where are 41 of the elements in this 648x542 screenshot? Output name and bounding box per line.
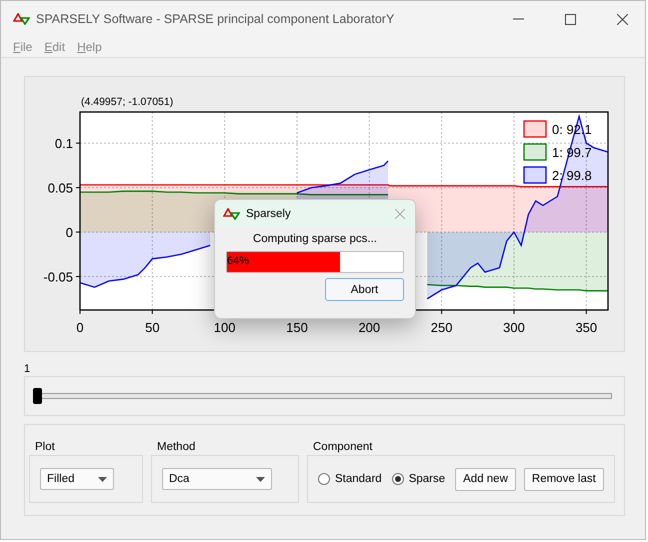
axis-tick-label: 250 [430, 320, 452, 335]
group-label: Component [313, 440, 374, 455]
close-icon[interactable] [616, 14, 628, 24]
axis-tick-label: 0.1 [54, 136, 73, 152]
slider-value: 1 [24, 362, 32, 376]
radio-icon[interactable] [318, 473, 330, 485]
window-title: SPARSELY Software - SPARSE principal component LaboratorY [36, 12, 396, 26]
axis-tick-label: 50 [145, 320, 160, 335]
cursor-readout: (4.49957; -1.07051) [81, 96, 174, 108]
plot-dropdown[interactable]: Filled [40, 468, 114, 490]
app-logo-icon [13, 13, 30, 25]
dialog-title: Sparsely [246, 208, 292, 220]
axis-tick-label: 0 [66, 225, 73, 240]
axis-tick-label: 100 [214, 320, 236, 335]
axis-tick-label: 200 [358, 320, 380, 335]
action-button[interactable]: Remove last [524, 468, 604, 490]
radio-option[interactable]: Standard [318, 473, 382, 485]
group-label: Method [157, 440, 196, 455]
legend-label: 2: 99.8 [552, 168, 592, 183]
dialog-message: Computing sparse pcs... [252, 233, 378, 245]
abort-button[interactable]: Abort [325, 278, 404, 301]
caret-icon [98, 476, 107, 482]
radio-icon[interactable] [392, 473, 404, 485]
radio-label: Sparse [408, 473, 446, 485]
axis-tick-label: 0 [76, 320, 84, 335]
radio-label: Standard [335, 473, 382, 485]
axis-tick-label: 350 [575, 320, 598, 335]
progress-text: 64% [227, 255, 250, 267]
method-dropdown[interactable]: Dca [162, 468, 272, 490]
caret-icon [256, 476, 265, 482]
axis-tick-label: 0.05 [48, 180, 73, 196]
app-logo-icon [223, 208, 240, 220]
axis-tick-label: 300 [503, 320, 525, 335]
action-button[interactable]: Add new [455, 468, 516, 490]
slider-thumb[interactable] [33, 388, 42, 404]
axis-tick-label: -0.05 [43, 270, 73, 285]
axis-tick-label: 150 [286, 320, 308, 335]
group-label: Plot [35, 440, 56, 455]
minimize-icon[interactable] [512, 18, 524, 20]
radio-option[interactable]: Sparse [392, 473, 446, 485]
maximize-icon[interactable] [564, 14, 576, 24]
